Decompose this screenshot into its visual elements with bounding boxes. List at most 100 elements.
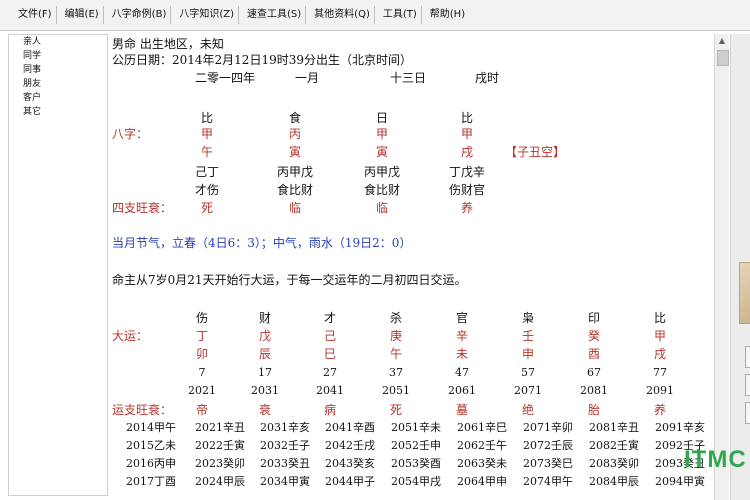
bazi-gan-2: 甲 — [375, 127, 389, 141]
lunar-date-1: 一月 — [295, 71, 320, 85]
lunar-date-3: 戌时 — [475, 71, 500, 85]
liunian-3-8: 2094甲寅 — [655, 475, 705, 488]
dayun-years-1: 2031 — [251, 384, 279, 397]
menu-item-4[interactable]: 速查工具(S) — [243, 6, 307, 24]
dayun-years-0: 2021 — [188, 384, 216, 397]
bazi-cangshen-2: 食比财 — [363, 183, 401, 197]
chart-content: 男命 出生地区，未知 公历日期：2014年2月12日19时39分出生（北京时间）… — [110, 34, 710, 500]
liunian-1-1: 2022壬寅 — [195, 439, 245, 452]
side-button-2[interactable] — [745, 374, 750, 396]
sidebar-item-2[interactable]: 同事 — [9, 63, 107, 77]
liunian-3-7: 2084甲辰 — [589, 475, 639, 488]
gender-region-line: 男命 出生地区，未知 — [112, 37, 224, 51]
liunian-2-7: 2083癸卯 — [589, 457, 639, 470]
bazi-wang-2: 临 — [375, 201, 389, 215]
liunian-1-0: 2015乙未 — [126, 439, 176, 452]
bazi-label: 八字： — [112, 127, 149, 141]
dayun-shishen-4: 官 — [455, 311, 469, 325]
dayun-ages-2: 27 — [323, 366, 337, 379]
liunian-3-2: 2034甲寅 — [260, 475, 310, 488]
side-button-3[interactable] — [745, 402, 750, 424]
dayun-years-2: 2041 — [316, 384, 344, 397]
liunian-2-0: 2016丙申 — [126, 457, 176, 470]
dayun-years-6: 2081 — [580, 384, 608, 397]
dayun-gan-3: 庚 — [389, 329, 403, 343]
liunian-0-2: 2031辛亥 — [260, 421, 310, 434]
menu-item-7[interactable]: 帮助(H) — [426, 6, 469, 24]
dayun-gan-5: 壬 — [521, 329, 535, 343]
liunian-3-1: 2024甲辰 — [195, 475, 245, 488]
bazi-shishen-0: 比 — [200, 111, 214, 125]
vertical-scrollbar[interactable]: ▲ — [714, 34, 729, 500]
menu-item-6[interactable]: 工具(T) — [379, 6, 422, 24]
dayun-ages-4: 47 — [455, 366, 469, 379]
dayun-gan-7: 甲 — [653, 329, 667, 343]
dayun-zhi-2: 巳 — [323, 347, 337, 361]
bazi-canggan-1: 丙甲戊 — [276, 165, 314, 179]
kong-wang: 【子丑空】 — [505, 145, 566, 159]
menu-item-0[interactable]: 文件(F) — [14, 6, 57, 24]
bazi-cangshen-0: 才伤 — [194, 183, 220, 197]
dayun-ages-7: 77 — [653, 366, 667, 379]
liunian-2-6: 2073癸巳 — [523, 457, 573, 470]
liunian-2-4: 2053癸酉 — [391, 457, 441, 470]
liunian-0-0: 2014甲午 — [126, 421, 176, 434]
dayun-wang-4: 墓 — [455, 403, 469, 417]
sidebar-item-5[interactable]: 其它 — [9, 105, 107, 119]
menu-item-3[interactable]: 八字知识(Z) — [175, 6, 240, 24]
liunian-0-5: 2061辛巳 — [457, 421, 507, 434]
liunian-1-2: 2032壬子 — [260, 439, 310, 452]
bazi-gan-3: 甲 — [460, 127, 474, 141]
dayun-shishen-0: 伤 — [195, 311, 209, 325]
bazi-gan-1: 丙 — [288, 127, 302, 141]
side-button-1[interactable] — [745, 346, 750, 368]
dayun-gan-6: 癸 — [587, 329, 601, 343]
bazi-wang-0: 死 — [200, 201, 214, 215]
dayun-gan-0: 丁 — [195, 329, 209, 343]
liunian-3-4: 2054甲戌 — [391, 475, 441, 488]
jieqi-line: 当月节气，立春（4日6：3）；中气，雨水（19日2：0） — [112, 236, 412, 250]
dayun-wang-1: 衰 — [258, 403, 272, 417]
dayun-ages-1: 17 — [258, 366, 272, 379]
sidebar-item-0[interactable]: 亲人 — [9, 35, 107, 49]
dayun-wang-6: 胎 — [587, 403, 601, 417]
bazi-wang-1: 临 — [288, 201, 302, 215]
liunian-3-5: 2064甲申 — [457, 475, 507, 488]
dayun-intro: 命主从7岁0月21天开始行大运，于每一交运年的二月初四日交运。 — [112, 273, 467, 287]
menu-item-5[interactable]: 其他资料(Q) — [310, 6, 375, 24]
sizhi-wang-label: 四支旺衰： — [112, 201, 173, 215]
dayun-shishen-1: 财 — [258, 311, 272, 325]
dayun-zhi-7: 戌 — [653, 347, 667, 361]
scroll-up-arrow-icon[interactable]: ▲ — [715, 34, 729, 48]
liunian-1-4: 2052壬申 — [391, 439, 441, 452]
liunian-0-3: 2041辛酉 — [325, 421, 375, 434]
liunian-1-7: 2082壬寅 — [589, 439, 639, 452]
liunian-0-1: 2021辛丑 — [195, 421, 245, 434]
dayun-wang-7: 养 — [653, 403, 667, 417]
dayun-zhi-0: 卯 — [195, 347, 209, 361]
menu-item-1[interactable]: 编辑(E) — [61, 6, 104, 24]
dayun-ages-5: 57 — [521, 366, 535, 379]
birth-date-line: 公历日期：2014年2月12日19时39分出生（北京时间） — [112, 53, 412, 67]
bazi-canggan-0: 己丁 — [194, 165, 220, 179]
scroll-thumb[interactable] — [717, 50, 729, 66]
dayun-zhi-1: 辰 — [258, 347, 272, 361]
dayun-zhi-6: 酉 — [587, 347, 601, 361]
bazi-zhi-3: 戌 — [460, 145, 474, 159]
sidebar-item-4[interactable]: 客户 — [9, 91, 107, 105]
liunian-2-2: 2033癸丑 — [260, 457, 310, 470]
sidebar-item-3[interactable]: 朋友 — [9, 77, 107, 91]
menu-bar: 文件(F) 编辑(E) 八字命例(B) 八字知识(Z) 速查工具(S) 其他资料(Q) 工具… — [0, 0, 750, 31]
bazi-zhi-2: 寅 — [375, 145, 389, 159]
category-sidebar[interactable]: 亲人 同学 同事 朋友 客户 其它 — [8, 34, 108, 496]
menu-item-2[interactable]: 八字命例(B) — [108, 6, 172, 24]
bazi-cangshen-3: 伤财官 — [448, 183, 486, 197]
liunian-2-1: 2023癸卯 — [195, 457, 245, 470]
dayun-shishen-5: 枭 — [521, 311, 535, 325]
dayun-ages-0: 7 — [198, 366, 206, 379]
sidebar-item-1[interactable]: 同学 — [9, 49, 107, 63]
bazi-canggan-2: 丙甲戊 — [363, 165, 401, 179]
lunar-date-0: 二零一四年 — [195, 71, 256, 85]
dayun-wang-2: 病 — [323, 403, 337, 417]
dayun-years-7: 2091 — [646, 384, 674, 397]
